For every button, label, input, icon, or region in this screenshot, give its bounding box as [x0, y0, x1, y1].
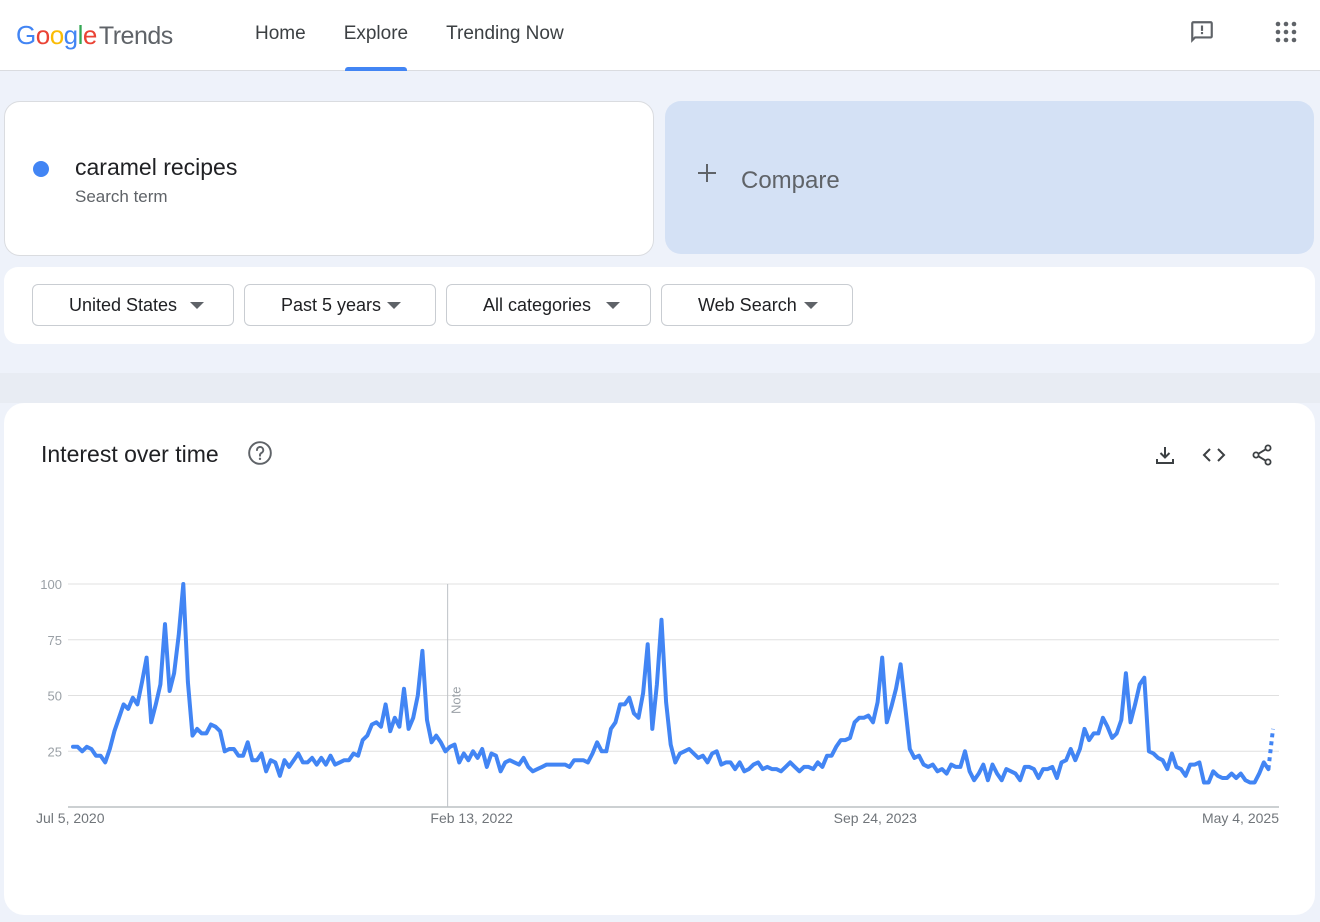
x-tick-label: Feb 13, 2022 — [430, 810, 513, 826]
search-property-dropdown-label: Web Search — [698, 295, 797, 315]
tab-explore-label: Explore — [343, 23, 409, 44]
caret-down-icon — [190, 302, 204, 309]
logo-letter-e: e — [82, 20, 97, 50]
series-line — [71, 582, 1271, 785]
search-term-card[interactable]: caramel recipes Search term — [4, 101, 654, 256]
region-dropdown-label: United States — [69, 295, 178, 315]
section-divider — [0, 373, 1320, 403]
tab-trending-now-label: Trending Now — [446, 23, 564, 44]
x-tick-label: Sep 24, 2023 — [834, 810, 918, 826]
logo-letter-o2: o — [49, 20, 64, 50]
search-term-name[interactable]: caramel recipes — [75, 154, 237, 181]
search-property-dropdown[interactable]: Web Search — [661, 284, 853, 326]
caret-down-icon — [606, 302, 620, 309]
term-color-dot — [33, 161, 49, 177]
series-partial-segment — [1266, 728, 1275, 770]
apps-grid-icon[interactable] — [1272, 18, 1300, 46]
x-tick-label: May 4, 2025 — [1202, 810, 1279, 826]
caret-down-icon — [387, 302, 401, 309]
compare-label: Compare — [741, 167, 840, 194]
y-tick-label: 50 — [48, 689, 62, 704]
y-tick-label: 100 — [40, 577, 62, 592]
google-trends-logo[interactable]: GoogleTrends — [16, 18, 173, 52]
logo-letter-o1: o — [35, 20, 50, 50]
y-tick-label: 75 — [48, 633, 62, 648]
logo-letter-g: G — [16, 20, 36, 50]
interest-line-chart: 100 75 50 25 Note Jul 5, 2020 Feb 13, 2022 Sep … — [36, 577, 1279, 826]
time-range-dropdown-label: Past 5 years — [281, 295, 382, 315]
logo-letter-g2: g — [63, 20, 78, 50]
category-dropdown-label: All categories — [483, 295, 592, 315]
tab-home-label: Home — [255, 23, 306, 44]
category-dropdown[interactable]: All categories — [446, 284, 651, 326]
logo-trends-text: Trends — [98, 22, 173, 50]
filter-bar: United States Past 5 years All categorie… — [4, 267, 1315, 344]
tab-trending-now[interactable]: Trending Now — [427, 0, 583, 71]
feedback-icon[interactable] — [1188, 18, 1216, 46]
active-tab-indicator — [344, 67, 408, 71]
compare-button[interactable]: Compare — [665, 101, 1314, 254]
top-app-bar: GoogleTrends Home Explore Trending Now — [0, 0, 1320, 71]
x-tick-label: Jul 5, 2020 — [36, 810, 105, 826]
interest-over-time-card: Interest over time 100 75 50 25 Note Jul 5, 2… — [4, 403, 1315, 915]
y-tick-label: 25 — [48, 744, 62, 759]
time-range-dropdown[interactable]: Past 5 years — [244, 284, 436, 326]
tab-home[interactable]: Home — [236, 0, 325, 71]
tab-explore[interactable]: Explore — [325, 0, 427, 71]
caret-down-icon — [804, 302, 818, 309]
region-dropdown[interactable]: United States — [32, 284, 234, 326]
main-nav: Home Explore Trending Now — [236, 0, 583, 71]
plus-icon — [695, 161, 719, 191]
note-label: Note — [449, 687, 464, 714]
search-term-type: Search term — [75, 187, 168, 206]
